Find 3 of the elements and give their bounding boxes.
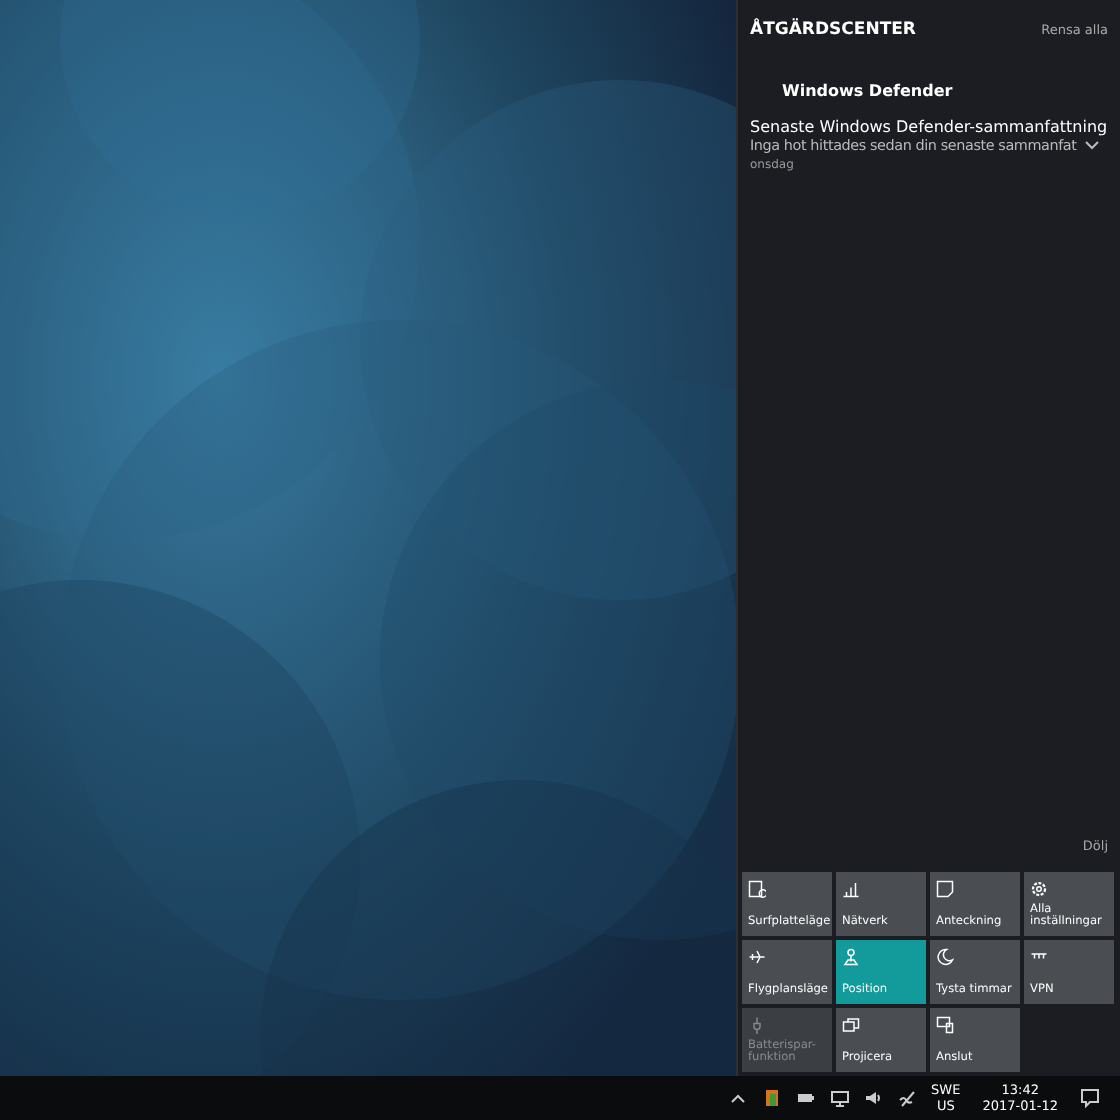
app-name: Windows Defender bbox=[780, 80, 955, 100]
panel-title: ÅTGÄRDSCENTER bbox=[750, 20, 916, 40]
notification-title: Senaste Windows Defender-sammanfattning bbox=[750, 118, 1110, 136]
